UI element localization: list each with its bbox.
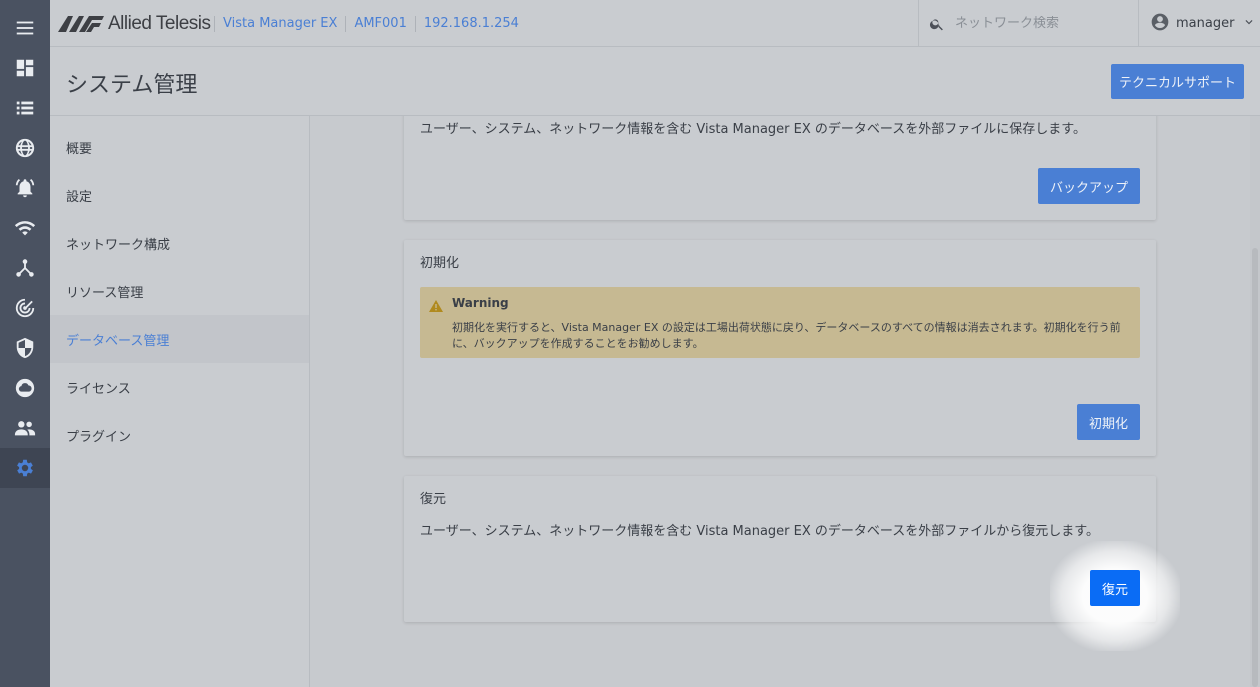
topology-icon	[16, 259, 34, 277]
subnav-item-plugins[interactable]: プラグイン	[50, 411, 309, 459]
user-menu[interactable]: manager	[1150, 0, 1256, 47]
nav-cloud[interactable]	[0, 368, 50, 408]
subnav-item-resources[interactable]: リソース管理	[50, 267, 309, 315]
backup-description: ユーザー、システム、ネットワーク情報を含む Vista Manager EX の…	[420, 122, 1086, 137]
page-header: システム管理 テクニカルサポート	[50, 47, 1260, 116]
reset-card: 初期化 Warning 初期化を実行すると、Vista Manager EX の…	[404, 240, 1156, 456]
gear-icon	[17, 459, 33, 477]
breadcrumb-app[interactable]: Vista Manager EX	[214, 15, 345, 32]
subnav-item-database[interactable]: データベース管理	[50, 315, 309, 363]
dashboard-icon	[16, 59, 34, 77]
nav-alarms[interactable]	[0, 168, 50, 208]
chevron-down-icon	[1234, 15, 1256, 33]
page-title: システム管理	[66, 73, 198, 98]
warning-title: Warning	[452, 296, 509, 310]
menu-button[interactable]	[0, 8, 50, 48]
allied-telesis-logo-icon	[58, 16, 104, 32]
subnav-item-overview[interactable]: 概要	[50, 123, 309, 171]
subnav-item-license[interactable]: ライセンス	[50, 363, 309, 411]
allied-telesis-logo[interactable]: Allied Telesis	[58, 12, 211, 36]
shield-icon	[16, 337, 34, 359]
search-input[interactable]	[955, 16, 1125, 31]
nav-dashboard[interactable]	[0, 48, 50, 88]
nav-network[interactable]	[0, 128, 50, 168]
alarm-icon	[15, 179, 35, 198]
warning-icon	[429, 297, 443, 316]
wifi-icon	[14, 221, 36, 236]
restore-description: ユーザー、システム、ネットワーク情報を含む Vista Manager EX の…	[420, 524, 1099, 539]
breadcrumb: Vista Manager EX AMF001 192.168.1.254	[214, 0, 527, 47]
restore-button[interactable]: 復元	[1090, 570, 1140, 606]
breadcrumb-ip[interactable]: 192.168.1.254	[414, 15, 527, 32]
technical-support-button[interactable]: テクニカルサポート	[1111, 64, 1244, 99]
user-name: manager	[1176, 16, 1235, 31]
list-icon	[16, 101, 34, 115]
nav-topology[interactable]	[0, 248, 50, 288]
nav-security[interactable]	[0, 328, 50, 368]
warning-box: Warning 初期化を実行すると、Vista Manager EX の設定は工…	[420, 287, 1140, 358]
nav-wireless[interactable]	[0, 208, 50, 248]
backup-button[interactable]: バックアップ	[1038, 168, 1140, 204]
restore-title: 復元	[420, 492, 447, 507]
menu-icon	[16, 21, 34, 35]
nav-list[interactable]	[0, 88, 50, 128]
icon-rail	[0, 0, 50, 687]
top-bar: Allied Telesis Vista Manager EX AMF001 1…	[50, 0, 1260, 47]
globe-icon	[15, 138, 35, 158]
content-scrollbar[interactable]	[1250, 116, 1260, 687]
radar-icon	[15, 298, 35, 318]
reset-title: 初期化	[420, 256, 460, 271]
system-admin-nav: 概要 設定 ネットワーク構成 リソース管理 データベース管理 ライセンス プラグ…	[50, 116, 310, 687]
nav-radar[interactable]	[0, 288, 50, 328]
restore-card: 復元 ユーザー、システム、ネットワーク情報を含む Vista Manager E…	[404, 476, 1156, 622]
subnav-item-settings[interactable]: 設定	[50, 171, 309, 219]
brand-name: Allied Telesis	[108, 13, 211, 34]
subnav-item-network-config[interactable]: ネットワーク構成	[50, 219, 309, 267]
nav-system-settings[interactable]	[0, 448, 50, 488]
breadcrumb-amf[interactable]: AMF001	[345, 15, 414, 32]
database-management-content: ユーザー、システム、ネットワーク情報を含む Vista Manager EX の…	[310, 116, 1250, 687]
warning-message: 初期化を実行すると、Vista Manager EX の設定は工場出荷状態に戻り…	[452, 321, 1121, 350]
scrollbar-thumb[interactable]	[1252, 248, 1258, 687]
search-icon	[929, 18, 943, 30]
users-icon	[14, 421, 36, 436]
backup-card: ユーザー、システム、ネットワーク情報を含む Vista Manager EX の…	[404, 116, 1156, 220]
nav-users[interactable]	[0, 408, 50, 448]
reset-button[interactable]: 初期化	[1077, 404, 1140, 440]
network-search	[918, 0, 1139, 47]
account-icon	[1150, 12, 1170, 36]
cloud-icon	[15, 378, 35, 398]
